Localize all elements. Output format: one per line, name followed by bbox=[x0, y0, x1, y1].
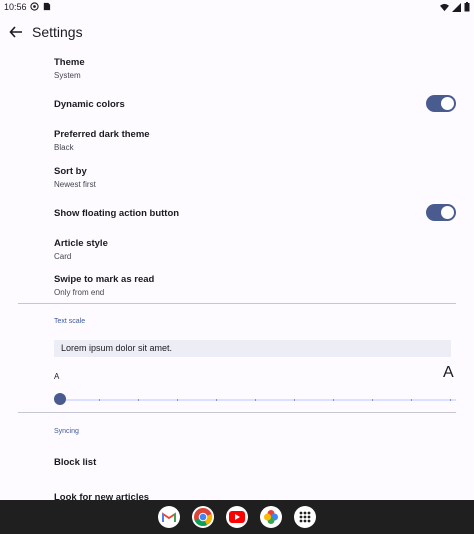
pref-sort-by[interactable]: Sort by Newest first bbox=[54, 166, 96, 189]
divider bbox=[18, 412, 456, 413]
pref-theme[interactable]: Theme System bbox=[54, 57, 85, 80]
pref-dark-theme-title: Preferred dark theme bbox=[54, 129, 150, 140]
slider-tick bbox=[450, 399, 451, 401]
back-button[interactable] bbox=[6, 22, 26, 42]
pref-swipe[interactable]: Swipe to mark as read Only from end bbox=[54, 274, 154, 297]
sim-card-icon bbox=[43, 2, 51, 11]
page-title: Settings bbox=[32, 24, 83, 40]
chrome-icon[interactable] bbox=[192, 506, 214, 528]
arrow-back-icon bbox=[9, 26, 22, 38]
slider-tick bbox=[411, 399, 412, 401]
pref-look-for-new[interactable]: Look for new articles bbox=[54, 492, 149, 500]
wifi-icon bbox=[440, 3, 449, 11]
pref-sort-by-value: Newest first bbox=[54, 180, 96, 189]
pref-theme-title: Theme bbox=[54, 57, 85, 68]
battery-icon bbox=[464, 2, 470, 12]
pref-fab-title: Show floating action button bbox=[54, 208, 180, 219]
text-scale-preview: Lorem ipsum dolor sit amet. bbox=[54, 340, 451, 357]
divider bbox=[18, 303, 456, 304]
switch-knob bbox=[441, 206, 454, 219]
slider-large-label: A bbox=[443, 364, 454, 381]
slider-tick bbox=[216, 399, 217, 401]
slider-small-label: A bbox=[54, 372, 60, 381]
dynamic-colors-switch[interactable] bbox=[426, 95, 456, 112]
slider-tick bbox=[177, 399, 178, 401]
pref-article-style-value: Card bbox=[54, 252, 72, 261]
pref-block-list-title: Block list bbox=[54, 457, 97, 468]
slider-tick bbox=[99, 399, 100, 401]
taskbar bbox=[0, 500, 474, 534]
slider-tick bbox=[138, 399, 139, 401]
signal-icon bbox=[452, 2, 461, 12]
pref-theme-value: System bbox=[54, 71, 81, 80]
gmail-icon[interactable] bbox=[158, 506, 180, 528]
section-header-syncing: Syncing bbox=[54, 428, 79, 435]
slider-tick bbox=[294, 399, 295, 401]
status-bar: 10:56 bbox=[0, 0, 474, 14]
text-scale-slider-thumb[interactable] bbox=[54, 393, 66, 405]
section-header-text-scale: Text scale bbox=[54, 318, 86, 325]
slider-tick bbox=[255, 399, 256, 401]
photos-icon[interactable] bbox=[260, 506, 282, 528]
pref-dynamic-colors[interactable]: Dynamic colors bbox=[54, 99, 125, 110]
settings-list[interactable]: Theme System Dynamic colors Preferred da… bbox=[0, 50, 474, 500]
pref-article-style[interactable]: Article style Card bbox=[54, 238, 108, 261]
pref-swipe-title: Swipe to mark as read bbox=[54, 274, 155, 285]
slider-tick bbox=[372, 399, 373, 401]
pref-block-list[interactable]: Block list bbox=[54, 457, 96, 468]
app-drawer-icon[interactable] bbox=[294, 506, 316, 528]
switch-knob bbox=[441, 97, 454, 110]
pref-article-style-title: Article style bbox=[54, 238, 108, 249]
pref-dynamic-colors-title: Dynamic colors bbox=[54, 99, 125, 110]
pref-dark-theme[interactable]: Preferred dark theme Black bbox=[54, 129, 150, 152]
slider-tick bbox=[333, 399, 334, 401]
notification-icon bbox=[30, 2, 39, 11]
pref-dark-theme-value: Black bbox=[54, 143, 74, 152]
text-scale-slider-track[interactable] bbox=[60, 399, 456, 401]
pref-swipe-value: Only from end bbox=[54, 288, 105, 297]
fab-switch[interactable] bbox=[426, 204, 456, 221]
status-right bbox=[440, 2, 470, 12]
status-time: 10:56 bbox=[4, 2, 27, 12]
pref-look-for-new-title: Look for new articles bbox=[54, 492, 150, 500]
app-bar: Settings bbox=[0, 14, 474, 50]
pref-fab[interactable]: Show floating action button bbox=[54, 208, 179, 219]
pref-sort-by-title: Sort by bbox=[54, 166, 87, 177]
youtube-icon[interactable] bbox=[226, 506, 248, 528]
